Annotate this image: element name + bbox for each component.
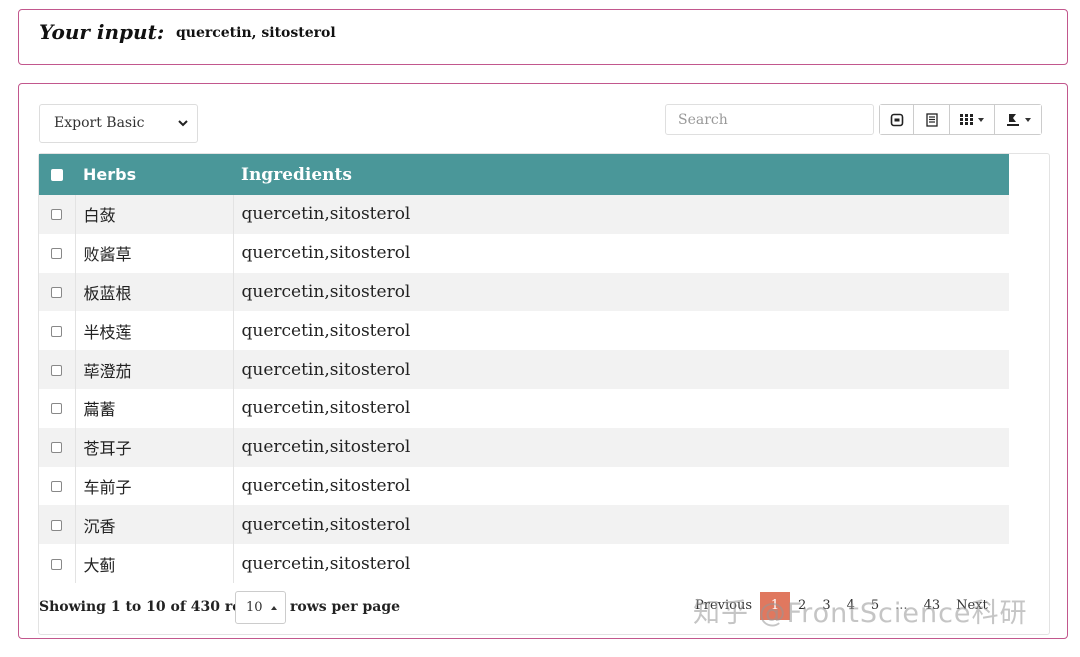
row-checkbox[interactable]: [51, 325, 63, 337]
chevron-down-icon: [178, 120, 188, 127]
results-panel: Export Basic Search Herbs Ingredients 白蔹…: [18, 83, 1068, 639]
row-select-cell: [39, 311, 76, 351]
row-checkbox[interactable]: [51, 248, 63, 260]
row-checkbox[interactable]: [51, 364, 63, 376]
herb-cell: 白蔹: [75, 195, 234, 234]
row-checkbox[interactable]: [51, 558, 63, 570]
row-checkbox[interactable]: [51, 519, 63, 531]
herb-cell: 荜澄茄: [75, 350, 234, 389]
header-herbs[interactable]: Herbs: [75, 154, 233, 195]
rows-per-page-label: rows per page: [290, 599, 401, 615]
results-table: Herbs Ingredients 白蔹 quercetin,sitosterol…: [39, 154, 1009, 583]
toggle-button[interactable]: [880, 105, 914, 134]
export-select[interactable]: Export Basic: [39, 104, 198, 143]
table-row[interactable]: 白蔹 quercetin,sitosterol: [39, 195, 1009, 234]
row-checkbox[interactable]: [51, 480, 63, 492]
herb-cell: 半枝莲: [75, 311, 234, 351]
card-view-button[interactable]: [914, 105, 950, 134]
ingredients-cell: quercetin,sitosterol: [241, 204, 411, 225]
input-value: quercetin, sitosterol: [176, 25, 336, 41]
table-row[interactable]: 败酱草 quercetin,sitosterol: [39, 233, 1009, 273]
row-select-cell: [39, 388, 76, 428]
row-select-cell: [39, 233, 76, 273]
table-toolbar: [879, 104, 1042, 135]
columns-button[interactable]: [950, 105, 995, 134]
row-checkbox[interactable]: [51, 442, 63, 454]
select-all-cell: [39, 154, 75, 195]
table-row[interactable]: 板蓝根 quercetin,sitosterol: [39, 272, 1009, 312]
ingredients-cell: quercetin,sitosterol: [241, 320, 411, 341]
ingredients-cell: quercetin,sitosterol: [241, 243, 411, 264]
table-row[interactable]: 半枝莲 quercetin,sitosterol: [39, 311, 1009, 351]
herb-cell: 大蓟: [75, 544, 234, 583]
caret-down-icon: [978, 117, 984, 122]
herb-cell: 板蓝根: [75, 272, 234, 312]
caret-up-icon: [270, 605, 277, 610]
row-select-cell: [39, 272, 76, 312]
ingredients-cell: quercetin,sitosterol: [241, 281, 411, 302]
row-checkbox[interactable]: [51, 403, 63, 415]
row-select-cell: [39, 466, 76, 506]
table-row[interactable]: 大蓟 quercetin,sitosterol: [39, 544, 1009, 583]
export-select-label: Export Basic: [54, 115, 145, 131]
input-panel: Your input: quercetin, sitosterol: [18, 9, 1068, 65]
row-select-cell: [39, 350, 76, 389]
ingredients-cell: quercetin,sitosterol: [241, 359, 411, 380]
table-header-row: Herbs Ingredients: [39, 154, 1009, 195]
input-label: Your input:: [39, 20, 165, 44]
caret-down-icon: [1024, 117, 1031, 122]
header-ingredients[interactable]: Ingredients: [233, 154, 1009, 195]
table-row[interactable]: 萹蓄 quercetin,sitosterol: [39, 388, 1009, 428]
page-size-value: 10: [246, 600, 263, 615]
export-icon: [1006, 113, 1019, 126]
table-row[interactable]: 荜澄茄 quercetin,sitosterol: [39, 350, 1009, 389]
row-select-cell: [39, 544, 76, 583]
pagination-info: Showing 1 to 10 of 430 rows: [39, 599, 262, 615]
row-select-cell: [39, 195, 76, 234]
table-row[interactable]: 车前子 quercetin,sitosterol: [39, 466, 1009, 506]
table-row[interactable]: 沉香 quercetin,sitosterol: [39, 505, 1009, 545]
ingredients-cell: quercetin,sitosterol: [241, 514, 411, 535]
row-select-cell: [39, 505, 76, 545]
select-all-checkbox[interactable]: [51, 169, 63, 181]
results-table-wrapper: Herbs Ingredients 白蔹 quercetin,sitosterol…: [38, 153, 1050, 635]
herb-cell: 沉香: [75, 505, 234, 545]
herb-cell: 苍耳子: [75, 427, 234, 467]
page-size-dropdown[interactable]: 10: [235, 591, 286, 624]
ingredients-cell: quercetin,sitosterol: [241, 398, 411, 419]
row-checkbox[interactable]: [51, 286, 63, 298]
herb-cell: 萹蓄: [75, 388, 234, 428]
row-select-cell: [39, 427, 76, 467]
table-row[interactable]: 苍耳子 quercetin,sitosterol: [39, 427, 1009, 467]
columns-icon: [960, 114, 973, 125]
export-button[interactable]: [995, 105, 1041, 134]
card-view-icon: [925, 112, 938, 127]
ingredients-cell: quercetin,sitosterol: [241, 553, 411, 574]
herb-cell: 败酱草: [75, 233, 234, 273]
watermark: 知乎 @FrontScience科研: [693, 598, 1028, 629]
herb-cell: 车前子: [75, 466, 234, 506]
row-checkbox[interactable]: [51, 209, 63, 221]
ingredients-cell: quercetin,sitosterol: [241, 475, 411, 496]
ingredients-cell: quercetin,sitosterol: [241, 437, 411, 458]
toggle-icon: [890, 113, 903, 126]
search-input[interactable]: [665, 104, 874, 135]
